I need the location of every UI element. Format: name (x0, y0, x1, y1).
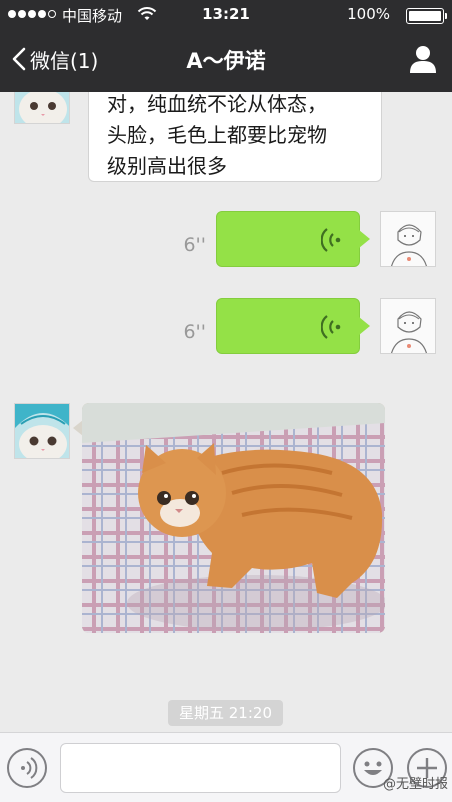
voice-wave-icon (321, 228, 341, 252)
chat-area[interactable]: 对，纯血统不论从体态， 头脸，毛色上都要比宠物 级别高出很多 6'' 6'' 星… (0, 92, 452, 732)
battery-percent: 100% (347, 5, 390, 23)
input-bar: @无壁时报 (0, 732, 452, 802)
time-stamp: 星期五 21:20 (168, 700, 283, 726)
contact-avatar[interactable] (14, 403, 70, 459)
voice-duration: 6'' (183, 321, 206, 343)
contact-icon[interactable] (408, 44, 438, 74)
back-button[interactable]: 微信(1) (12, 43, 98, 75)
text-message-bubble[interactable]: 对，纯血统不论从体态， 头脸，毛色上都要比宠物 级别高出很多 (88, 92, 382, 182)
battery-icon (406, 8, 447, 24)
chevron-left-icon (12, 47, 26, 71)
message-line: 对，纯血统不论从体态， (107, 92, 327, 116)
watermark: @无壁时报 (382, 777, 448, 792)
orange-kitten-photo (82, 403, 385, 633)
my-avatar[interactable] (380, 298, 436, 354)
voice-message-bubble[interactable] (216, 211, 370, 267)
message-line: 级别高出很多 (107, 154, 227, 178)
my-avatar[interactable] (380, 211, 436, 267)
voice-mode-button[interactable] (7, 748, 47, 788)
status-bar: 中国移动 13:21 100% (0, 0, 452, 30)
voice-wave-icon (321, 315, 341, 339)
voice-message-bubble[interactable] (216, 298, 370, 354)
voice-mode-icon (21, 757, 38, 779)
voice-duration: 6'' (183, 234, 206, 256)
image-message[interactable] (82, 403, 385, 633)
contact-avatar[interactable] (14, 92, 70, 124)
message-line: 头脸，毛色上都要比宠物 (107, 123, 327, 147)
nav-header: 中国移动 13:21 100% 微信(1) A～伊诺 (0, 0, 452, 92)
message-input[interactable] (60, 743, 341, 793)
back-label: 微信(1) (30, 48, 99, 73)
